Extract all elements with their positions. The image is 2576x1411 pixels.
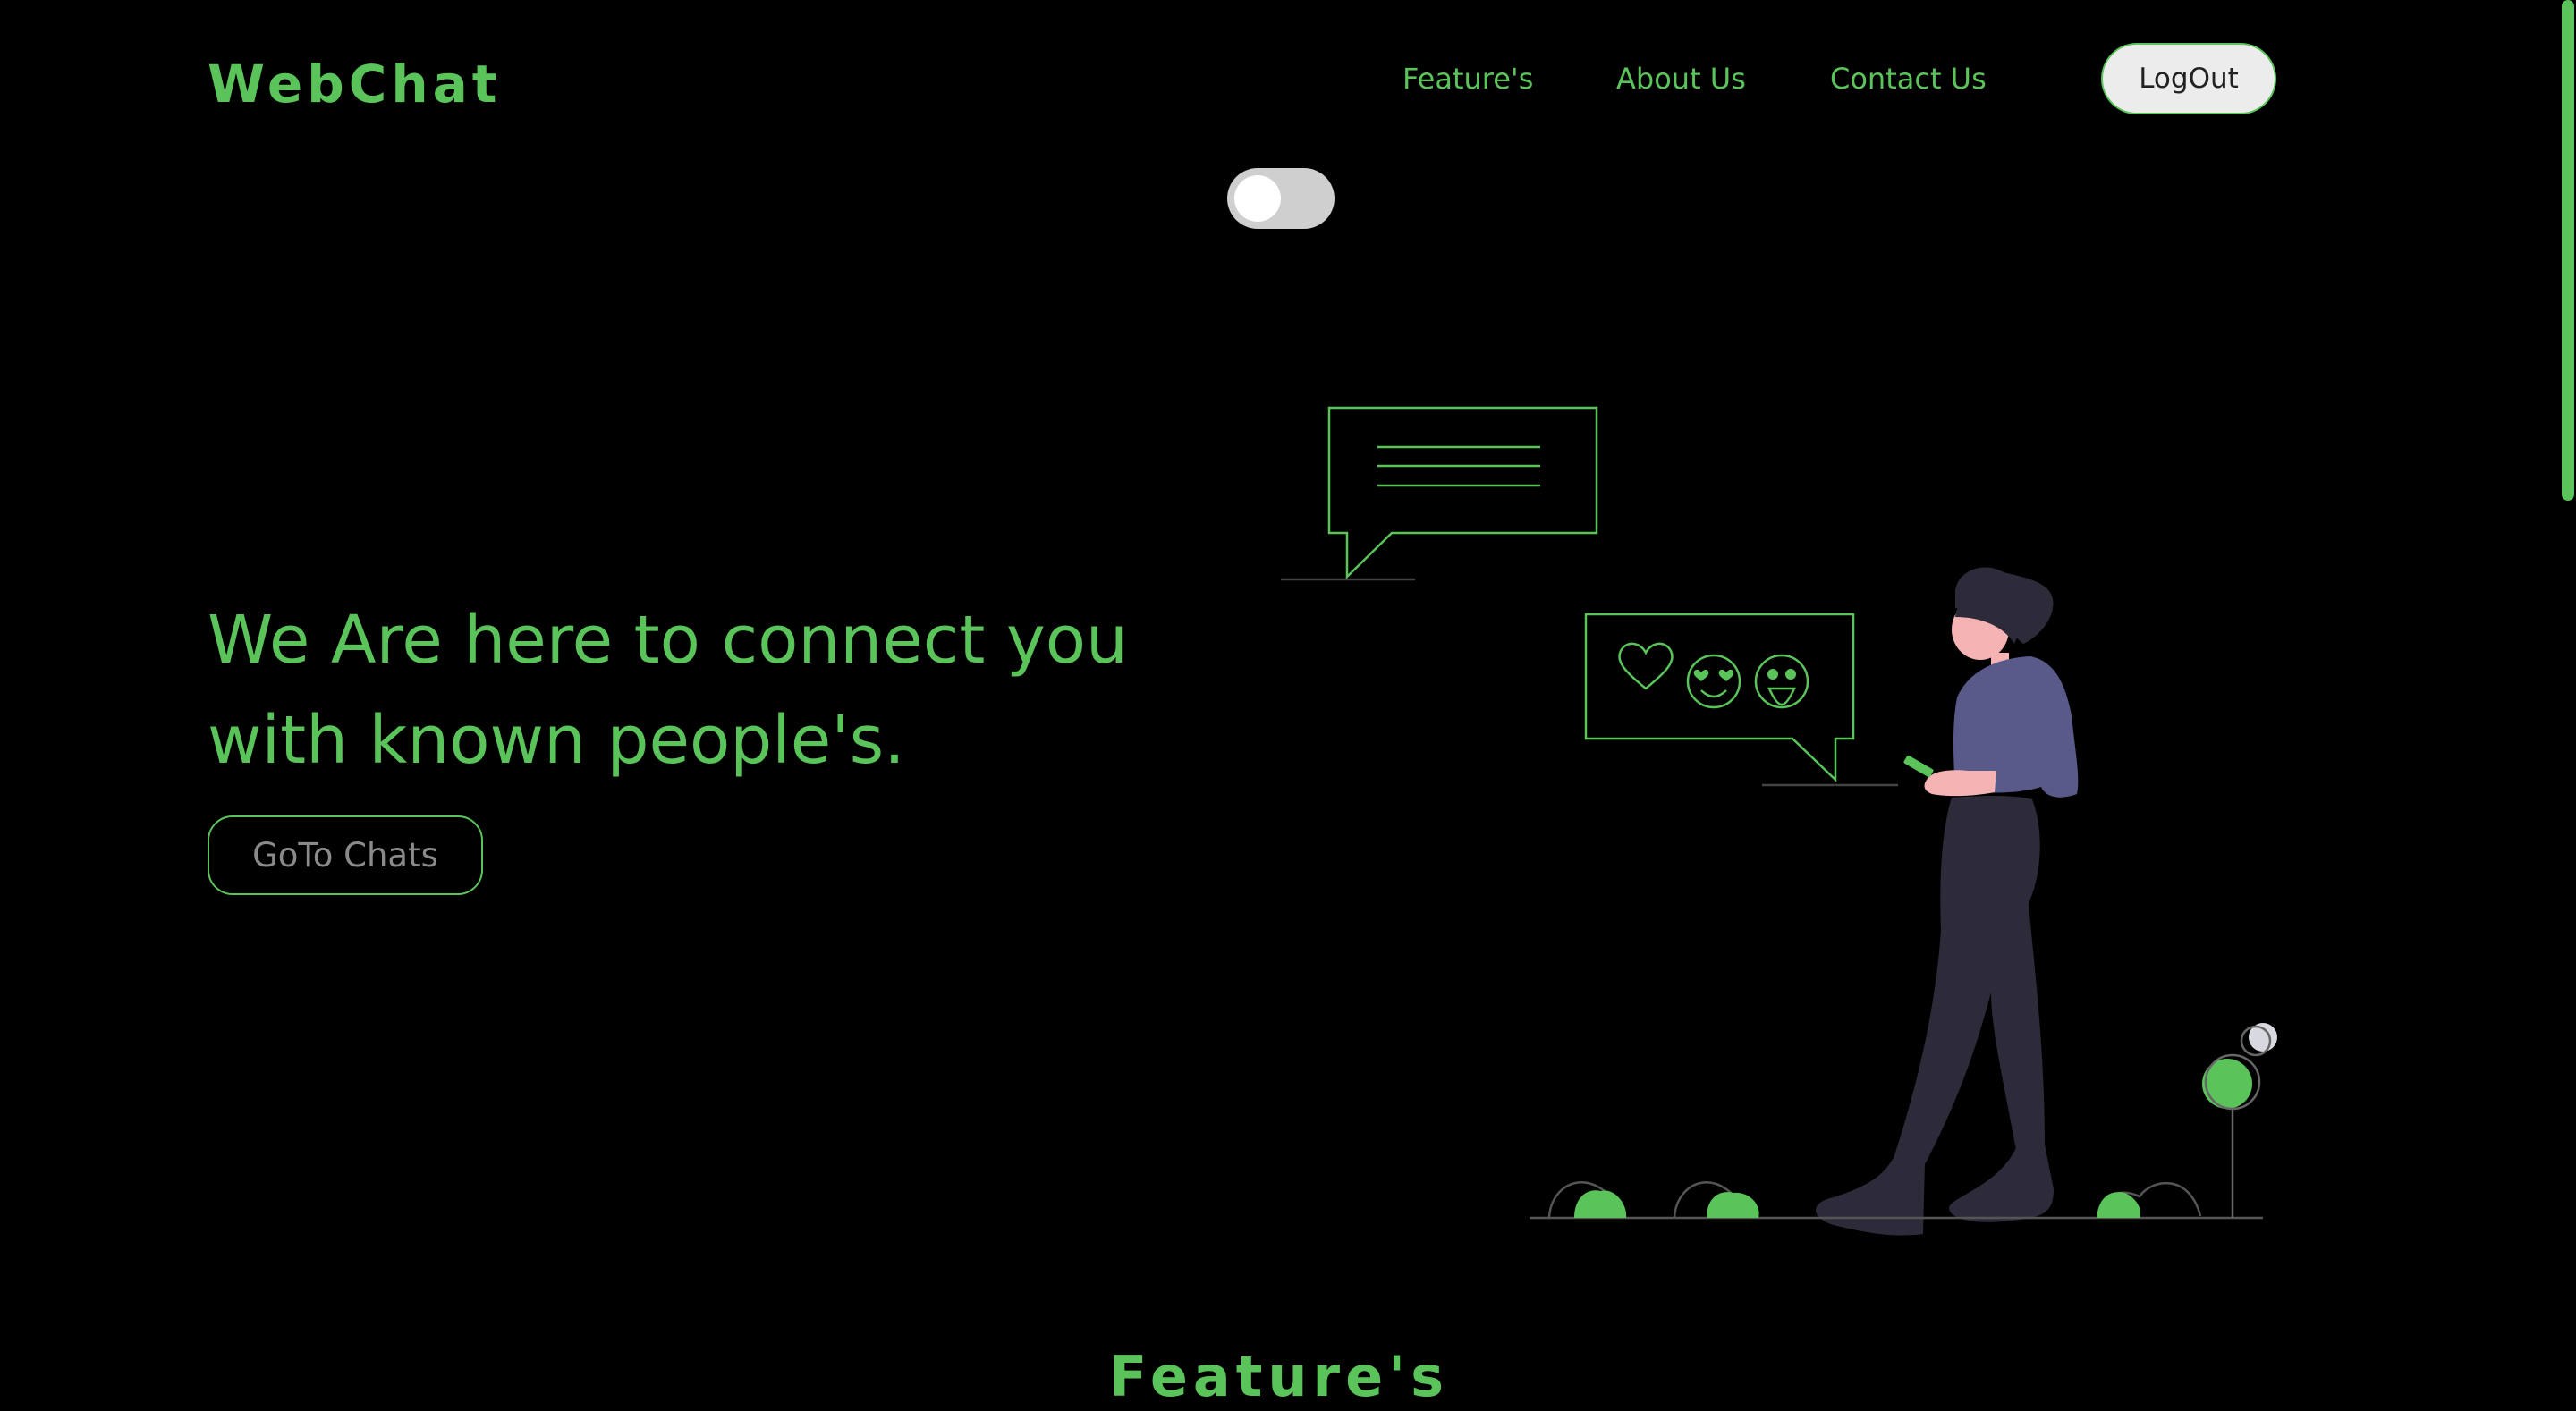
balloon-icon <box>2202 1023 2277 1218</box>
nav-link-features[interactable]: Feature's <box>1402 55 1533 102</box>
nav-link-about-us[interactable]: About Us <box>1616 55 1746 102</box>
speech-bubble-emoji-icon <box>1584 613 1898 787</box>
nav-link-contact-us[interactable]: Contact Us <box>1830 55 1987 102</box>
goto-chats-button[interactable]: GoTo Chats <box>208 815 483 895</box>
toggle-knob <box>1234 175 1281 222</box>
speech-bubble-text-icon <box>1281 406 1598 581</box>
chat-illustration <box>1281 406 2277 1236</box>
hero-heading: We Are here to connect you with known pe… <box>208 602 1128 779</box>
page: WebChat Feature's About Us Contact Us Lo… <box>0 0 2576 1411</box>
scrollbar-thumb[interactable] <box>2562 0 2574 501</box>
features-section-title: Feature's <box>1108 1344 1449 1409</box>
woman-figure <box>1815 567 2079 1236</box>
logout-button[interactable]: LogOut <box>2101 43 2276 114</box>
theme-toggle[interactable] <box>1227 168 1335 229</box>
scrollbar[interactable] <box>2556 0 2576 1411</box>
logo[interactable]: WebChat <box>208 52 501 116</box>
